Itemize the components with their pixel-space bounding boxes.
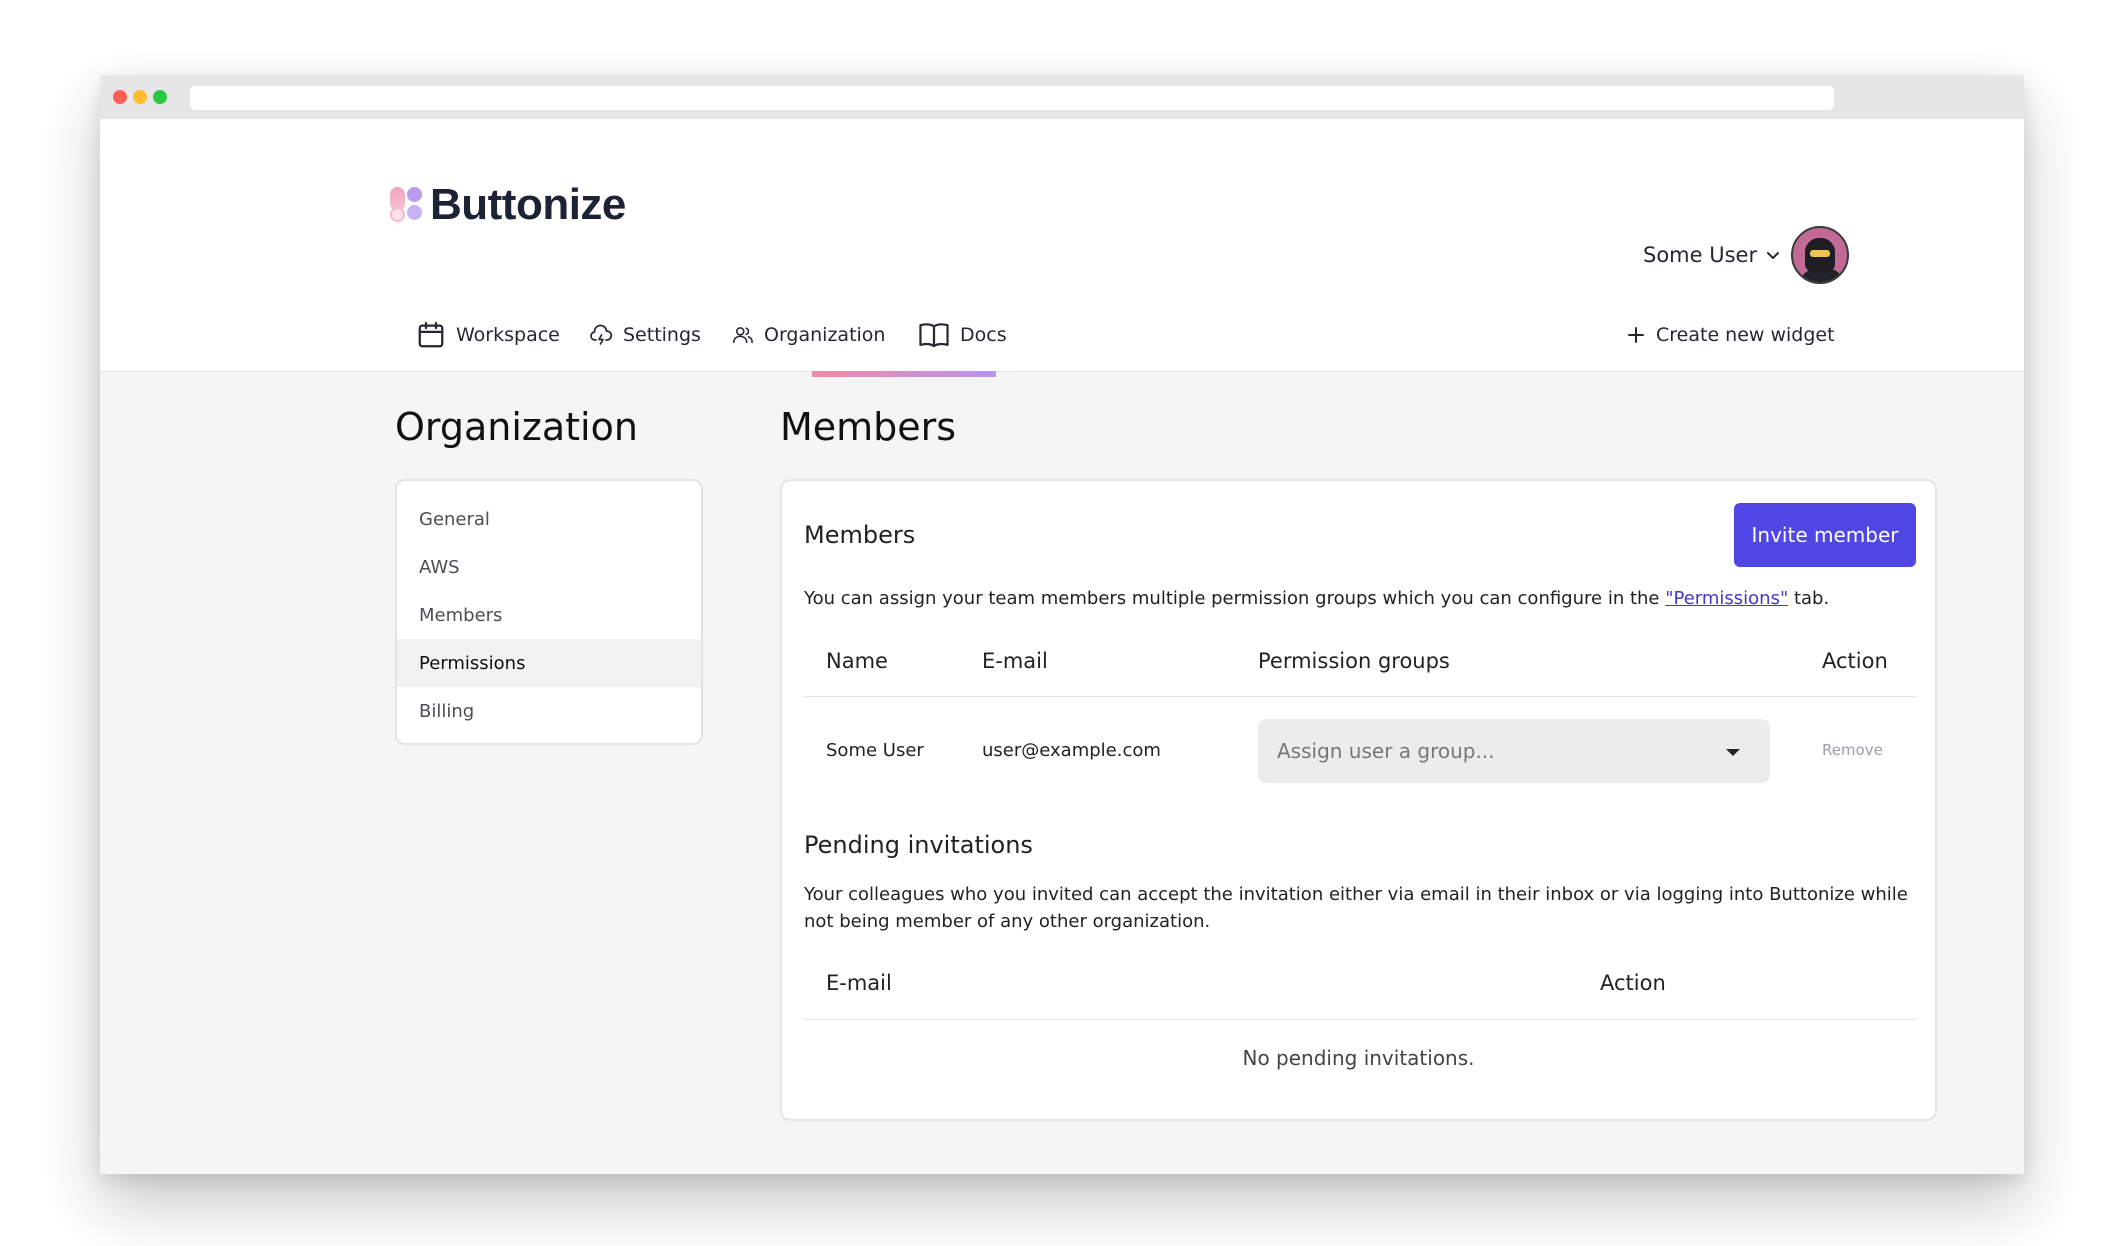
sidebar-item-general[interactable]: General [397, 495, 701, 543]
sidebar-item-billing[interactable]: Billing [397, 687, 701, 735]
create-widget-label: Create new widget [1656, 324, 1835, 346]
book-icon [919, 323, 949, 348]
members-description-text: You can assign your team members multipl… [804, 588, 1666, 609]
members-description: You can assign your team members multipl… [804, 585, 1918, 612]
create-widget-button[interactable]: Create new widget [1626, 315, 1835, 355]
settings-sidebar: General AWS Members Permissions Billing [395, 479, 703, 745]
minimize-window-button[interactable] [133, 90, 147, 104]
nav-item-organization[interactable]: Organization [732, 315, 885, 355]
pending-column-header-action: Action [1600, 971, 1666, 995]
member-name: Some User [826, 740, 924, 761]
permissions-link[interactable]: "Permissions" [1665, 588, 1788, 609]
maximize-window-button[interactable] [153, 90, 167, 104]
no-pending-invitations: No pending invitations. [1242, 1046, 1475, 1070]
pending-invitations-title: Pending invitations [804, 831, 1033, 859]
users-icon [733, 327, 753, 344]
nav-item-settings[interactable]: Settings [589, 315, 701, 355]
remove-member-button[interactable]: Remove [1822, 741, 1883, 759]
browser-titlebar [100, 75, 2024, 119]
nav-item-label: Docs [960, 324, 1007, 346]
user-name: Some User [1643, 243, 1758, 267]
user-menu[interactable]: Some User [1643, 225, 1850, 285]
main-nav: Workspace Settings Organization Docs Cre… [100, 315, 2024, 355]
members-description-suffix: tab. [1788, 588, 1830, 609]
page-title: Members [780, 405, 957, 449]
members-section-title: Members [804, 521, 916, 549]
member-email: user@example.com [982, 740, 1161, 761]
plus-icon [1628, 327, 1644, 343]
cloud-lightning-icon [590, 324, 613, 345]
invite-member-button[interactable]: Invite member [1734, 503, 1916, 567]
brand-logo-mark [388, 187, 424, 223]
nav-item-label: Organization [764, 324, 886, 346]
browser-window: Buttonize Some User Workspace Settings O… [100, 75, 2024, 1174]
nav-item-label: Settings [623, 324, 701, 346]
pending-column-header-email: E-mail [826, 971, 892, 995]
table-divider [804, 696, 1916, 697]
members-card: Members Invite member You can assign you… [780, 479, 1937, 1121]
column-header-email: E-mail [982, 649, 1048, 673]
permission-group-select[interactable]: Assign user a group... [1258, 719, 1770, 783]
nav-item-docs[interactable]: Docs [918, 315, 1007, 355]
pending-description: Your colleagues who you invited can acce… [804, 884, 1908, 932]
avatar[interactable] [1791, 226, 1850, 284]
brand-name: Buttonize [430, 180, 626, 229]
nav-item-workspace[interactable]: Workspace [416, 315, 560, 355]
close-window-button[interactable] [113, 90, 127, 104]
pending-table-divider [804, 1019, 1916, 1020]
brand-logo[interactable]: Buttonize [388, 180, 626, 229]
column-header-permission-groups: Permission groups [1258, 649, 1450, 673]
column-header-name: Name [826, 649, 888, 673]
nav-item-label: Workspace [456, 324, 560, 346]
active-tab-indicator [812, 371, 996, 377]
sidebar-item-members[interactable]: Members [397, 591, 701, 639]
address-bar[interactable] [190, 86, 1834, 110]
sidebar-item-permissions[interactable]: Permissions [397, 639, 701, 687]
permission-group-placeholder: Assign user a group... [1277, 739, 1495, 763]
sidebar-item-aws[interactable]: AWS [397, 543, 701, 591]
sidebar-title: Organization [395, 405, 638, 449]
chevron-down-icon [1767, 252, 1780, 259]
column-header-action: Action [1822, 649, 1888, 673]
calendar-icon [418, 322, 444, 348]
caret-down-icon [1726, 749, 1740, 756]
